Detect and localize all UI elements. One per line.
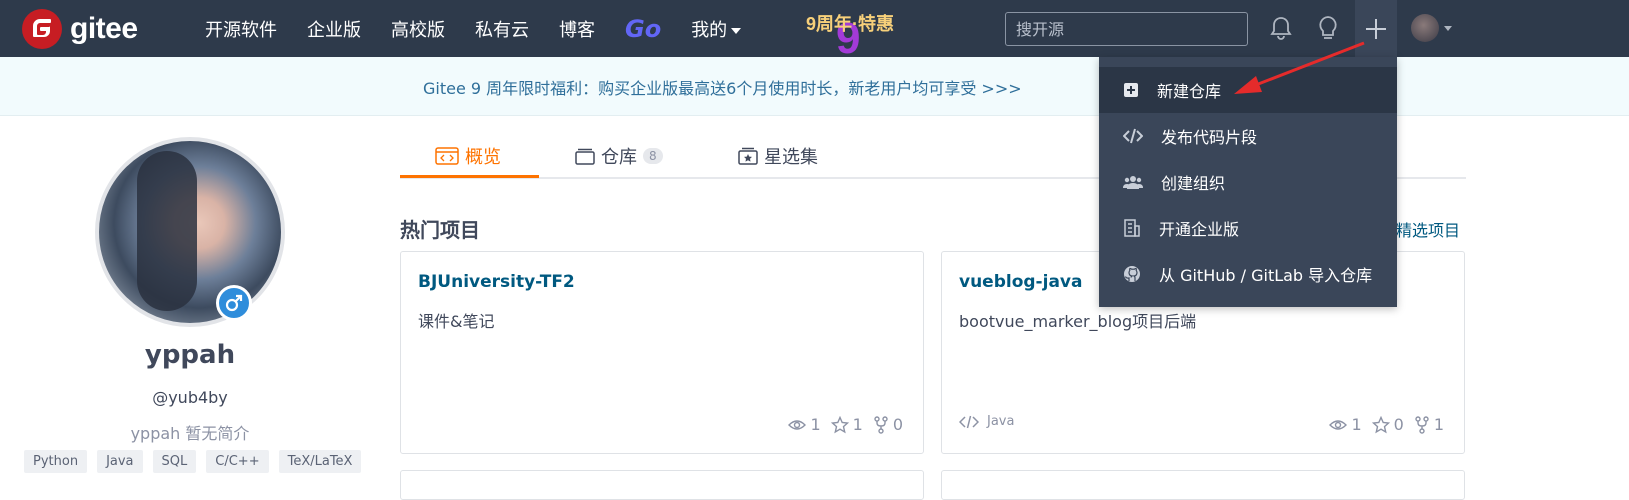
avatar-image-detail [137, 151, 197, 311]
group-icon [1123, 176, 1143, 189]
profile-bio: yppah 暂无简介 [130, 424, 250, 443]
skill-tag[interactable]: SQL [152, 450, 197, 473]
plus-icon [1366, 18, 1386, 39]
nav-enterprise[interactable]: 企业版 [307, 16, 361, 42]
tab-star-collections-label: 星选集 [764, 147, 818, 168]
code-window-icon [435, 147, 459, 165]
project-language-label: Java [987, 414, 1015, 429]
featured-projects-link[interactable]: 精选项目 [1396, 217, 1460, 241]
fork-stat[interactable]: 1 [1414, 415, 1444, 434]
star-box-icon [738, 147, 758, 165]
chevron-down-icon [731, 27, 742, 34]
search-input[interactable] [1005, 12, 1248, 46]
tab-star-collections[interactable]: 星选集 [738, 143, 818, 169]
fork-icon [1415, 415, 1429, 434]
skill-tag[interactable]: TeX/LaTeX [278, 450, 362, 473]
male-gender-icon [216, 285, 252, 321]
menu-item-enterprise[interactable]: 开通企业版 [1099, 205, 1397, 251]
menu-item-publish-snippet[interactable]: 发布代码片段 [1099, 113, 1397, 159]
chevron-down-icon [1444, 26, 1452, 31]
project-description: bootvue_marker_blog项目后端 [959, 312, 1197, 331]
project-card[interactable]: BJUniversity-TF2 课件&笔记 1 1 0 [400, 251, 924, 454]
nav-mine-label: 我的 [691, 19, 728, 41]
tab-overview[interactable]: 概览 [435, 143, 501, 169]
project-title[interactable]: vueblog-java [959, 272, 1082, 292]
main-nav: 开源软件 企业版 高校版 私有云 博客 Go 我的 [190, 0, 756, 57]
skill-tags: Python Java SQL C/C++ TeX/LaTeX [24, 450, 371, 473]
skill-tag[interactable]: C/C++ [206, 450, 269, 473]
star-stat[interactable]: 0 [1371, 415, 1404, 434]
menu-item-import-repo[interactable]: 从 GitHub / GitLab 导入仓库 [1099, 251, 1397, 297]
active-tab-indicator [400, 175, 539, 178]
repo-stack-icon [575, 148, 595, 165]
menu-item-label: 创建组织 [1161, 174, 1226, 193]
code-icon [1123, 128, 1143, 144]
bell-icon[interactable] [1267, 14, 1295, 42]
project-card-partial[interactable] [941, 470, 1465, 500]
skill-tag[interactable]: Python [24, 450, 88, 473]
menu-item-label: 新建仓库 [1157, 82, 1222, 101]
tab-repositories[interactable]: 仓库 8 [575, 143, 663, 169]
project-card-partial[interactable] [400, 470, 924, 500]
menu-item-label: 发布代码片段 [1161, 128, 1258, 147]
star-stat[interactable]: 1 [830, 415, 863, 434]
fork-count: 1 [1433, 415, 1444, 434]
project-description: 课件&笔记 [418, 312, 495, 331]
create-menu-button[interactable] [1355, 0, 1397, 57]
nav-go[interactable]: Go [625, 15, 661, 43]
top-navbar: gitee 开源软件 企业版 高校版 私有云 博客 Go 我的 9 9周年·特惠 [0, 0, 1629, 63]
eye-icon [788, 419, 807, 430]
menu-item-new-repo[interactable]: 新建仓库 [1099, 67, 1397, 113]
profile-avatar[interactable] [95, 137, 285, 327]
star-count: 1 [852, 415, 863, 434]
eye-icon [1329, 419, 1348, 430]
skill-tag[interactable]: Java [97, 450, 143, 473]
fork-icon [874, 415, 888, 434]
watch-count: 1 [1351, 415, 1362, 434]
profile-handle: @yub4by [152, 388, 228, 407]
repo-count-badge: 8 [643, 148, 663, 164]
profile-username: yppah [144, 340, 236, 370]
plus-square-icon [1124, 83, 1138, 97]
nav-private-cloud[interactable]: 私有云 [475, 16, 529, 42]
brand-name: gitee [70, 12, 138, 45]
nav-mine[interactable]: 我的 [691, 16, 742, 42]
fork-count: 0 [892, 415, 903, 434]
watch-stat[interactable]: 1 [788, 415, 821, 434]
promo-text: 9周年·特惠 [806, 14, 895, 34]
fork-stat[interactable]: 0 [873, 415, 903, 434]
user-avatar-menu[interactable] [1411, 14, 1439, 42]
create-dropdown-menu: 新建仓库 发布代码片段 创建组织 开通企业版 从 GitHub / GitLab… [1099, 57, 1397, 307]
watch-stat[interactable]: 1 [1329, 415, 1362, 434]
menu-item-create-org[interactable]: 创建组织 [1099, 159, 1397, 205]
nav-education[interactable]: 高校版 [391, 16, 445, 42]
tab-repositories-label: 仓库 [601, 147, 637, 168]
watch-count: 1 [810, 415, 821, 434]
nav-open-source[interactable]: 开源软件 [205, 16, 277, 42]
project-title[interactable]: BJUniversity-TF2 [418, 272, 575, 292]
project-stats: 1 0 1 [1319, 415, 1444, 434]
menu-item-label: 开通企业版 [1159, 220, 1240, 239]
star-icon [1371, 415, 1390, 433]
gitee-logo[interactable]: gitee [22, 9, 138, 49]
github-icon [1124, 266, 1140, 282]
gitee-logo-icon [22, 9, 62, 49]
banner-text: Gitee 9 周年限时福利：购买企业版最高送6个月使用时长，新老用户均可享受 … [423, 79, 1022, 98]
project-stats: 1 1 0 [778, 415, 903, 434]
lightbulb-icon[interactable] [1314, 14, 1342, 42]
star-icon [830, 415, 849, 433]
building-icon [1124, 219, 1140, 237]
section-title: 热门项目 [400, 218, 480, 242]
code-icon [959, 415, 979, 428]
star-count: 0 [1393, 415, 1404, 434]
anniversary-promo-badge[interactable]: 9 9周年·特惠 [806, 4, 906, 63]
project-language: Java [959, 414, 1014, 429]
tab-overview-label: 概览 [465, 147, 501, 168]
menu-item-label: 从 GitHub / GitLab 导入仓库 [1159, 266, 1373, 285]
nav-blog[interactable]: 博客 [559, 16, 595, 42]
